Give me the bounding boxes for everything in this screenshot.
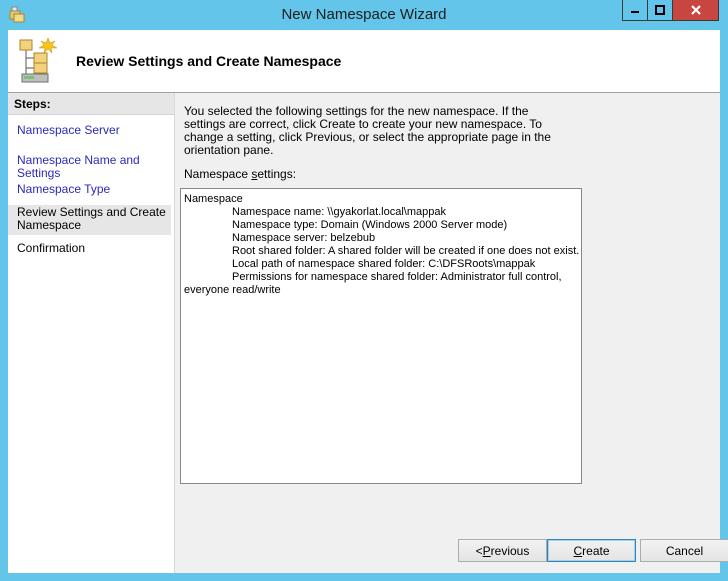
settings-line: Namespace [184, 193, 243, 205]
content-pane: You selected the following settings for … [175, 93, 728, 573]
previous-button[interactable]: < Previous [458, 539, 547, 562]
steps-heading-label: Steps: [14, 97, 51, 111]
steps-heading: Steps: [8, 93, 174, 115]
settings-line: Namespace name: \\gyakorlat.local\mappak [232, 206, 446, 218]
description-text: You selected the following settings for … [184, 104, 551, 157]
wizard-window: New Namespace Wizard Review Settings and… [0, 0, 728, 581]
settings-line: Namespace server: belzebub [232, 232, 376, 244]
create-rest: reate [582, 543, 610, 558]
settings-label-prefix: Namespace [184, 167, 252, 181]
settings-line: Namespace type: Domain (Windows 2000 Ser… [232, 219, 508, 231]
title-bar[interactable]: New Namespace Wizard [0, 0, 728, 30]
settings-textbox[interactable]: Namespace Namespace name: \\gyakorlat.lo… [180, 188, 582, 484]
maximize-button[interactable] [647, 0, 673, 21]
create-accel: C [573, 543, 583, 558]
page-title: Review Settings and Create Namespace [76, 53, 342, 69]
wizard-header: Review Settings and Create Namespace [8, 30, 720, 93]
cancel-button[interactable]: Cancel [640, 539, 728, 562]
step-review-settings-current: Review Settings and Create Namespace [8, 205, 171, 235]
step-namespace-name-and-settings[interactable]: Namespace Name and Settings [17, 154, 174, 180]
step-namespace-type[interactable]: Namespace Type [17, 183, 110, 196]
settings-line: Permissions for namespace shared folder:… [232, 271, 562, 283]
settings-line: everyone read/write [184, 284, 281, 296]
settings-line: Local path of namespace shared folder: C… [232, 258, 536, 270]
settings-label: Namespace settings: [184, 167, 296, 181]
settings-label-suffix: ettings: [257, 167, 297, 181]
namespace-tree-icon [18, 36, 60, 84]
settings-line: Root shared folder: A shared folder will… [232, 245, 580, 257]
previous-rest: revious [490, 543, 530, 558]
close-button[interactable] [672, 0, 719, 21]
wizard-client-area: Review Settings and Create Namespace Ste… [8, 30, 728, 573]
steps-pane: Steps: Namespace Server Namespace Name a… [8, 93, 174, 573]
step-confirmation: Confirmation [17, 241, 86, 255]
minimize-button[interactable] [622, 0, 648, 21]
close-icon [690, 5, 701, 15]
step-namespace-server[interactable]: Namespace Server [17, 124, 120, 137]
previous-accel: P [482, 543, 491, 558]
previous-lt: < [475, 543, 483, 558]
window-title: New Namespace Wizard [281, 6, 447, 23]
create-button[interactable]: Create [547, 539, 636, 562]
